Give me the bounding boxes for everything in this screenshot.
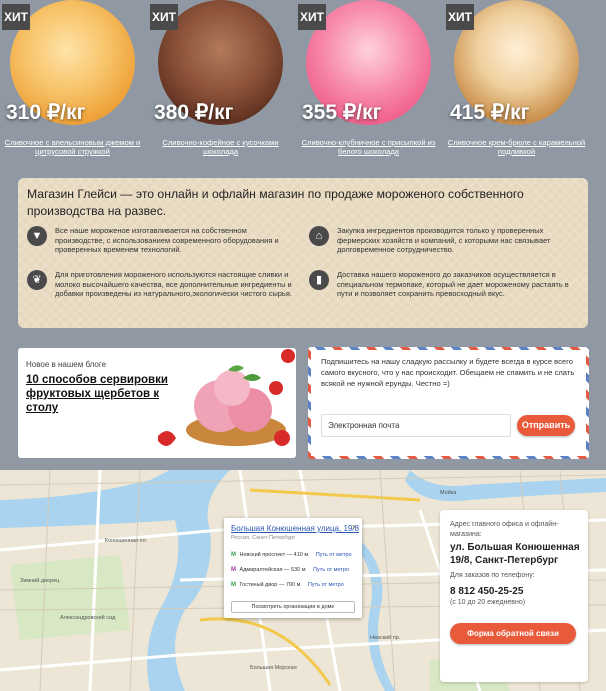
product-card[interactable]: ХИТ 380 ₽/кг Сливочно-кофейное с кусочка… xyxy=(148,0,293,165)
metro-icon: M xyxy=(231,567,236,573)
sorbet-image xyxy=(158,349,295,446)
hit-badge: ХИТ xyxy=(150,4,178,30)
thermos-icon: ▮ xyxy=(309,270,329,290)
route-link[interactable]: Путь от метро xyxy=(308,582,344,588)
map-label: Зимний дворец xyxy=(20,578,60,584)
leaf-icon: ❦ xyxy=(27,270,47,290)
office-label: Адрес главного офиса и офлайн-магазина: xyxy=(450,521,559,538)
close-icon[interactable]: × xyxy=(352,522,357,532)
map-label: Невский пр. xyxy=(370,635,401,641)
product-price: 310 ₽/кг xyxy=(6,101,86,124)
blog-card[interactable]: Новое в нашем блоге 10 способов сервиров… xyxy=(18,348,296,458)
hit-badge: ХИТ xyxy=(446,4,474,30)
product-name-link[interactable]: Сливочно-кофейное с кусочками шоколада xyxy=(148,138,293,156)
phone-number[interactable]: 8 812 450-25-25 xyxy=(450,586,523,597)
map[interactable]: Зимний дворец Александровский сад Конюше… xyxy=(0,470,606,691)
feature-text: Все наше мороженое изготавливается на со… xyxy=(55,226,279,255)
send-button[interactable]: Отправить xyxy=(517,415,575,436)
map-label: Большая Морская xyxy=(250,665,297,671)
product-name-link[interactable]: Сливочно-клубничное с присыпкой из белог… xyxy=(296,138,441,156)
map-label: Мойка xyxy=(440,490,457,496)
map-popup: Большая Конюшенная улица, 19/8 Россия, С… xyxy=(224,518,362,618)
blog-kicker: Новое в нашем блоге xyxy=(26,360,107,369)
phone-label: Для заказов по телефону: xyxy=(450,572,535,579)
about-title: Магазин Глейси — это онлайн и офлайн маг… xyxy=(27,187,524,218)
popup-address-link[interactable]: Большая Конюшенная улица, 19/8 xyxy=(231,524,359,533)
hit-badge: ХИТ xyxy=(298,4,326,30)
product-price: 415 ₽/кг xyxy=(450,101,530,124)
product-name-link[interactable]: Сливочное с апельсиновым джемом и цитрус… xyxy=(0,138,145,156)
popup-city: Россия, Санкт-Петербург xyxy=(231,535,296,541)
feature-text: Доставка нашего мороженого до заказчиков… xyxy=(337,270,569,299)
view-orgs-button[interactable]: Посмотреть организации в доме xyxy=(231,601,355,613)
metro-row: M Гостиный двор — 790 м Путь от метро xyxy=(231,582,344,588)
metro-station: Гостиный двор — 790 м xyxy=(239,582,301,588)
contact-card: Адрес главного офиса и офлайн-магазина: … xyxy=(440,510,588,682)
working-hours: (с 10 до 20 ежедневно) xyxy=(450,599,526,606)
metro-icon: M xyxy=(231,552,236,558)
hit-badge: ХИТ xyxy=(2,4,30,30)
product-card[interactable]: ХИТ 415 ₽/кг Сливочное крем-брюле с кара… xyxy=(444,0,589,165)
product-card[interactable]: ХИТ 355 ₽/кг Сливочно-клубничное с присы… xyxy=(296,0,441,165)
farm-icon: ⌂ xyxy=(309,226,329,246)
product-price: 380 ₽/кг xyxy=(154,101,234,124)
blog-headline-link[interactable]: 10 способов сервировки фруктовых щербето… xyxy=(26,373,176,415)
metro-row: M Невский проспект — 410 м Путь от метро xyxy=(231,552,352,558)
product-name-link[interactable]: Сливочное крем-брюле с карамельной подли… xyxy=(444,138,589,156)
metro-icon: M xyxy=(231,582,236,588)
product-price: 355 ₽/кг xyxy=(302,101,382,124)
product-card[interactable]: ХИТ 310 ₽/кг Сливочное с апельсиновым дж… xyxy=(0,0,145,165)
metro-row: M Адмиралтейская — 530 м Путь от метро xyxy=(231,567,349,573)
map-label: Конюшенная пл. xyxy=(105,538,148,544)
newsletter-card: Подпишитесь на нашу сладкую рассылку и б… xyxy=(308,347,589,459)
newsletter-text: Подпишитесь на нашу сладкую рассылку и б… xyxy=(321,357,575,388)
map-label: Александровский сад xyxy=(60,615,116,621)
ice-cream-icon: ▼ xyxy=(27,226,47,246)
office-address: ул. Большая Конюшенная 19/8, Санкт-Петер… xyxy=(450,542,580,566)
feedback-form-button[interactable]: Форма обратной связи xyxy=(450,623,576,644)
metro-station: Адмиралтейская — 530 м xyxy=(239,567,306,573)
feature-text: Закупка ингредиентов производится только… xyxy=(337,226,551,255)
products-row: ХИТ 310 ₽/кг Сливочное с апельсиновым дж… xyxy=(0,0,606,165)
route-link[interactable]: Путь от метро xyxy=(313,567,349,573)
email-input[interactable]: Электронная почта xyxy=(321,414,511,437)
metro-station: Невский проспект — 410 м xyxy=(239,552,309,558)
feature-text: Для приготовления мороженого используютс… xyxy=(55,270,292,299)
about-panel: Магазин Глейси — это онлайн и офлайн маг… xyxy=(18,178,588,328)
route-link[interactable]: Путь от метро xyxy=(316,552,352,558)
